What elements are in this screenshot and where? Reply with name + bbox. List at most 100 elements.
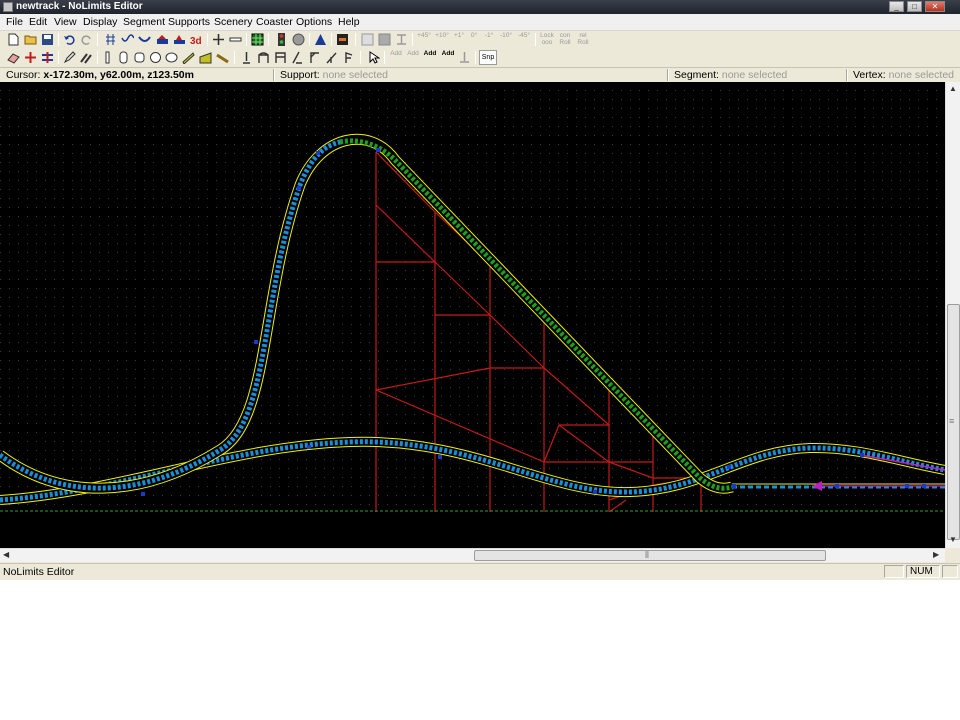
zoom-in-icon[interactable] <box>211 32 226 47</box>
view-side-icon[interactable] <box>377 32 392 47</box>
double-pencil-icon[interactable] <box>79 50 94 65</box>
scroll-up-icon[interactable]: ▲ <box>949 83 957 95</box>
footer-icon[interactable] <box>239 50 254 65</box>
close-button[interactable]: ✕ <box>925 1 945 12</box>
tall-support-icon[interactable] <box>341 50 356 65</box>
menu-edit[interactable]: Edit <box>29 16 47 29</box>
svg-text:3d: 3d <box>190 36 202 46</box>
menu-supports[interactable]: Supports <box>168 16 210 29</box>
vertical-scrollbar[interactable]: ▲ ≡ ▼ <box>945 82 960 548</box>
curve-track-icon[interactable] <box>120 32 135 47</box>
view-front-icon[interactable] <box>360 32 375 47</box>
save-icon[interactable] <box>40 32 55 47</box>
cylinder-wide-icon[interactable] <box>148 50 163 65</box>
segment-label: Segment: <box>674 69 719 81</box>
rel-roll-button[interactable]: rel Roll <box>575 32 591 47</box>
cylinder-icon[interactable] <box>132 50 147 65</box>
menu-options[interactable]: Options <box>296 16 332 29</box>
con-roll-button[interactable]: con Roll <box>557 32 573 47</box>
toolbar-separator <box>268 33 269 46</box>
select-cursor-icon[interactable] <box>366 50 381 65</box>
add-node-button[interactable]: Add <box>388 50 404 65</box>
scroll-down-icon[interactable]: ▼ <box>949 534 957 546</box>
cylinder-tall-icon[interactable] <box>116 50 131 65</box>
brake-icon[interactable] <box>172 32 187 47</box>
beam-icon[interactable] <box>181 50 196 65</box>
join-segment-icon[interactable] <box>40 50 55 65</box>
support-value: none selected <box>322 69 389 81</box>
app-icon <box>3 2 13 12</box>
traffic-light-icon[interactable] <box>274 32 289 47</box>
toolbar-separator <box>360 51 361 64</box>
tilt-minus45-button[interactable]: -45° <box>516 32 532 47</box>
main-toolbar: 3d +45° +10° +1° 0° -1° -10° -45° Lock o… <box>0 31 960 48</box>
menu-view[interactable]: View <box>54 16 77 29</box>
ramp-icon[interactable] <box>198 50 213 65</box>
toolbar-separator <box>58 51 59 64</box>
catwalk-icon[interactable] <box>215 50 230 65</box>
tilt-zero-button[interactable]: 0° <box>468 32 480 47</box>
horizontal-scrollbar[interactable]: ◀ ⦀ ▶ <box>0 548 945 562</box>
view-top-icon[interactable] <box>394 32 409 47</box>
toolbar-separator <box>355 33 356 46</box>
track-rails-icon[interactable] <box>103 32 118 47</box>
status-cell-end <box>942 565 958 578</box>
scroll-right-icon[interactable]: ▶ <box>933 549 939 561</box>
ground-anchor-icon[interactable] <box>457 50 472 65</box>
segment-readout: Segment: none selected <box>674 69 787 81</box>
menu-display[interactable]: Display <box>83 16 117 29</box>
cursor-value: x-172.30m, y62.00m, z123.50m <box>43 69 194 81</box>
lean-support-icon[interactable] <box>290 50 305 65</box>
tilt-minus10-button[interactable]: -10° <box>498 32 514 47</box>
angled-support-icon[interactable] <box>324 50 339 65</box>
side-view-drawing[interactable] <box>0 82 945 548</box>
cursor-label: Cursor: <box>6 69 41 81</box>
tilt-plus45-button[interactable]: +45° <box>416 32 432 47</box>
scroll-left-icon[interactable]: ◀ <box>3 549 9 561</box>
dip-track-icon[interactable] <box>137 32 152 47</box>
grid-icon[interactable] <box>250 32 265 47</box>
menu-coaster[interactable]: Coaster <box>256 16 293 29</box>
3d-view-icon[interactable]: 3d <box>189 32 204 47</box>
add-green-button[interactable]: Add <box>422 50 438 65</box>
barrel-icon[interactable] <box>164 50 179 65</box>
window-title: newtrack - NoLimits Editor <box>16 1 143 12</box>
block-section-icon[interactable] <box>335 32 350 47</box>
title-bar: newtrack - NoLimits Editor _ □ ✕ <box>0 0 960 14</box>
lock-roll-button[interactable]: Lock ooo <box>539 32 555 47</box>
undo-icon[interactable] <box>62 32 77 47</box>
terrain-icon[interactable] <box>313 32 328 47</box>
eraser-icon[interactable] <box>6 50 21 65</box>
tilt-minus1-button[interactable]: -1° <box>482 32 496 47</box>
add-vertex-button[interactable]: Add <box>405 50 421 65</box>
tilt-plus1-button[interactable]: +1° <box>452 32 466 47</box>
num-lock-indicator: NUM <box>906 565 940 578</box>
pencil-icon[interactable] <box>62 50 77 65</box>
menu-segment[interactable]: Segment <box>123 16 165 29</box>
toolbar-separator <box>475 51 476 64</box>
frame-support-icon[interactable] <box>273 50 288 65</box>
globe-icon[interactable] <box>291 32 306 47</box>
station-icon[interactable] <box>155 32 170 47</box>
track-canvas[interactable] <box>0 82 960 548</box>
menu-file[interactable]: File <box>6 16 23 29</box>
menu-scenery[interactable]: Scenery <box>214 16 253 29</box>
minimize-button[interactable]: _ <box>889 1 904 12</box>
status-bar: NoLimits Editor NUM <box>0 563 960 579</box>
toolbar-separator <box>535 33 536 46</box>
open-folder-icon[interactable] <box>23 32 38 47</box>
arch-support-icon[interactable] <box>256 50 271 65</box>
split-segment-icon[interactable] <box>23 50 38 65</box>
toolbar-separator <box>246 33 247 46</box>
add-support-button[interactable]: Add <box>440 50 456 65</box>
pole-icon[interactable] <box>100 50 115 65</box>
maximize-button[interactable]: □ <box>907 1 922 12</box>
cantilever-support-icon[interactable] <box>307 50 322 65</box>
horizontal-scroll-thumb[interactable] <box>474 550 826 561</box>
redo-icon[interactable] <box>79 32 94 47</box>
zoom-out-icon[interactable] <box>228 32 243 47</box>
snap-toggle[interactable]: Snp <box>479 50 497 65</box>
new-file-icon[interactable] <box>6 32 21 47</box>
menu-help[interactable]: Help <box>338 16 360 29</box>
tilt-plus10-button[interactable]: +10° <box>434 32 450 47</box>
